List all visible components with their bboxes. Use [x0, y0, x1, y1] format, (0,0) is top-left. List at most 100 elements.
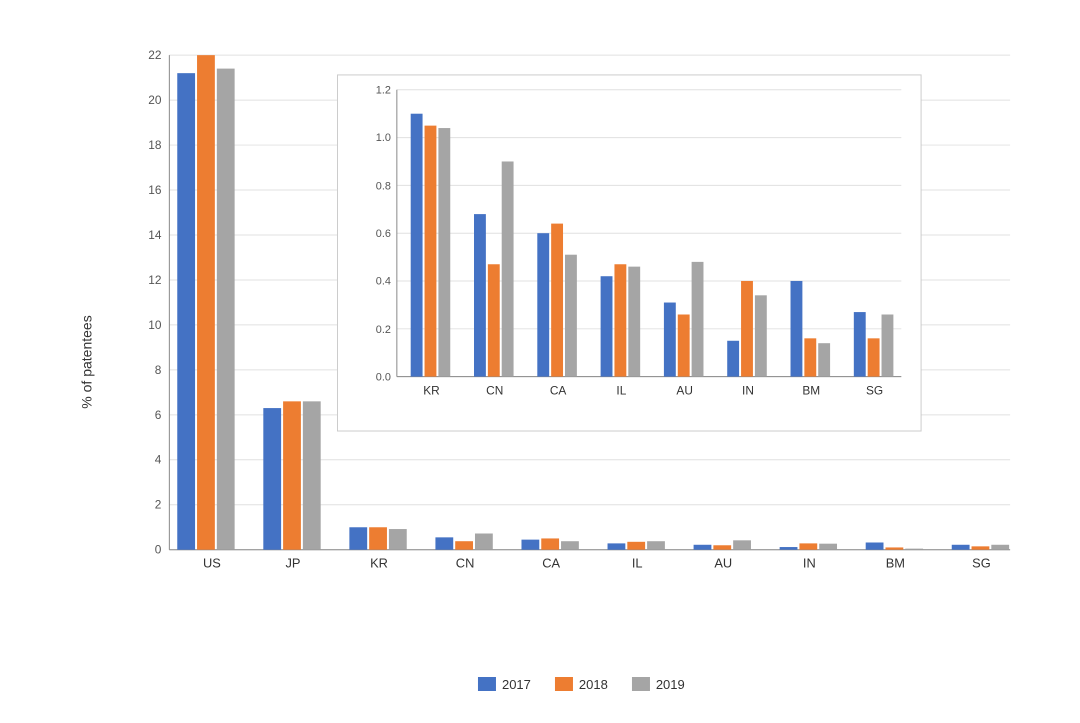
bar-CN-2017: [435, 537, 453, 549]
bar-JP-2019: [303, 401, 321, 549]
svg-text:0.4: 0.4: [376, 275, 391, 287]
main-chart-svg: 0 2 4 6 8 10 12 14 16 18 20 22 US: [110, 42, 1020, 642]
inset-bar-BM-2017: [791, 280, 803, 376]
bar-US-2018: [197, 55, 215, 550]
legend-label-2019: 2019: [656, 677, 685, 692]
bar-CA-2019: [561, 541, 579, 550]
svg-text:CN: CN: [456, 555, 475, 570]
main-chart-area: 0 2 4 6 8 10 12 14 16 18 20 22 US: [110, 42, 1020, 642]
svg-text:18: 18: [148, 138, 162, 152]
svg-text:SG: SG: [866, 383, 883, 397]
svg-text:1.0: 1.0: [376, 132, 391, 144]
legend-color-2019: [632, 677, 650, 691]
bar-BM-2018: [885, 547, 903, 549]
bar-CA-2017: [521, 539, 539, 549]
inset-bar-CN-2018: [488, 264, 500, 376]
inset-bar-BM-2018: [804, 338, 816, 376]
svg-text:2: 2: [155, 497, 162, 511]
inset-bar-KR-2019: [438, 128, 450, 377]
svg-text:0.2: 0.2: [376, 324, 391, 336]
inset-bar-AU-2019: [692, 261, 704, 376]
legend-label-2017: 2017: [502, 677, 531, 692]
legend-color-2017: [478, 677, 496, 691]
inset-bar-SG-2018: [868, 338, 880, 376]
inset-bar-SG-2017: [854, 312, 866, 377]
inset-bar-SG-2019: [882, 314, 894, 376]
bar-SG-2019: [991, 544, 1009, 549]
bar-IL-2019: [647, 541, 665, 550]
svg-text:CA: CA: [550, 383, 567, 397]
svg-text:CN: CN: [486, 383, 503, 397]
bar-KR-2018: [369, 527, 387, 549]
legend-item-2018: 2018: [555, 677, 608, 692]
svg-text:KR: KR: [423, 383, 440, 397]
bar-IN-2019: [819, 543, 837, 549]
bar-US-2019: [217, 68, 235, 549]
bar-BM-2019: [905, 548, 923, 549]
svg-text:0.0: 0.0: [376, 371, 391, 383]
inset-bar-CA-2017: [537, 233, 549, 376]
svg-text:16: 16: [148, 182, 162, 196]
bar-JP-2018: [283, 401, 301, 549]
svg-text:20: 20: [148, 93, 162, 107]
inset-bar-AU-2018: [678, 314, 690, 376]
svg-text:CA: CA: [542, 555, 560, 570]
legend-item-2019: 2019: [632, 677, 685, 692]
bar-CN-2019: [475, 533, 493, 549]
svg-text:12: 12: [148, 272, 161, 286]
inset-bar-CN-2017: [474, 214, 486, 377]
inset-bar-CN-2019: [502, 161, 514, 376]
svg-text:AU: AU: [676, 383, 692, 397]
inset-bar-IL-2018: [614, 264, 626, 376]
bar-CA-2018: [541, 538, 559, 549]
chart-container: % of patentees 0 2: [40, 22, 1040, 702]
bar-IN-2018: [799, 543, 817, 549]
bar-AU-2017: [694, 544, 712, 549]
inset-bar-IN-2018: [741, 280, 753, 376]
svg-text:BM: BM: [886, 555, 905, 570]
inset-bar-IN-2019: [755, 295, 767, 376]
svg-text:JP: JP: [285, 555, 300, 570]
svg-text:4: 4: [155, 452, 162, 466]
svg-text:8: 8: [155, 362, 162, 376]
svg-text:10: 10: [148, 317, 162, 331]
svg-text:14: 14: [148, 227, 162, 241]
bar-KR-2019: [389, 529, 407, 550]
bar-IN-2017: [780, 547, 798, 550]
bar-CN-2018: [455, 541, 473, 550]
svg-text:SG: SG: [972, 555, 991, 570]
inset-bar-CA-2018: [551, 223, 563, 376]
bar-BM-2017: [866, 542, 884, 549]
y-axis-label: % of patentees: [79, 315, 95, 408]
inset-bar-CA-2019: [565, 254, 577, 376]
svg-text:0.6: 0.6: [376, 228, 391, 240]
bar-IL-2017: [608, 543, 626, 549]
svg-text:US: US: [203, 555, 221, 570]
svg-text:IN: IN: [803, 555, 816, 570]
inset-bar-KR-2018: [425, 125, 437, 376]
svg-text:AU: AU: [714, 555, 732, 570]
bar-AU-2019: [733, 540, 751, 549]
inset-bar-IL-2017: [601, 276, 613, 376]
bar-IL-2018: [627, 541, 645, 549]
chart-legend: 2017 2018 2019: [478, 677, 685, 692]
inset-bar-KR-2017: [411, 113, 423, 376]
bar-AU-2018: [713, 545, 731, 549]
bar-SG-2018: [972, 546, 990, 549]
legend-item-2017: 2017: [478, 677, 531, 692]
legend-color-2018: [555, 677, 573, 691]
inset-bar-IL-2019: [628, 266, 640, 376]
svg-text:0: 0: [155, 542, 162, 556]
svg-text:IL: IL: [616, 383, 626, 397]
inset-bar-IN-2017: [727, 340, 739, 376]
legend-label-2018: 2018: [579, 677, 608, 692]
svg-text:BM: BM: [802, 383, 820, 397]
bar-SG-2017: [952, 544, 970, 549]
svg-text:IL: IL: [632, 555, 643, 570]
bar-JP-2017: [263, 408, 281, 550]
svg-text:KR: KR: [370, 555, 388, 570]
svg-text:1.2: 1.2: [376, 84, 391, 96]
svg-text:22: 22: [148, 48, 161, 62]
inset-bar-AU-2017: [664, 302, 676, 376]
bar-KR-2017: [349, 527, 367, 549]
